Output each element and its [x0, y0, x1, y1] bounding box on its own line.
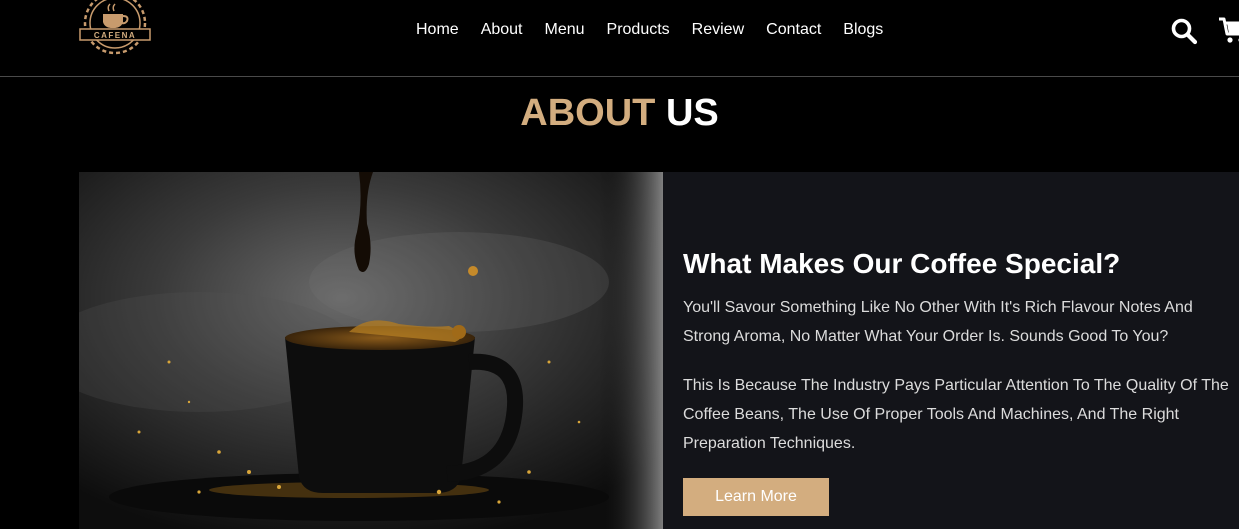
learn-more-button[interactable]: Learn More — [683, 478, 829, 516]
nav-review[interactable]: Review — [692, 20, 744, 40]
about-title: What Makes Our Coffee Special? — [683, 248, 1121, 279]
nav-blogs[interactable]: Blogs — [843, 20, 883, 40]
cart-icon[interactable] — [1218, 16, 1239, 44]
heading-accent: ABOUT — [520, 92, 656, 134]
section-heading: ABOUT US — [0, 92, 1239, 135]
coffee-cup-image — [79, 172, 663, 529]
cafena-logo[interactable]: CAFENA — [78, 0, 152, 60]
heading-plain: US — [665, 92, 719, 134]
page: CAFENA Home About Menu Products Review C… — [0, 0, 1239, 529]
logo-text: CAFENA — [94, 31, 136, 40]
nav-products[interactable]: Products — [607, 20, 670, 40]
nav-about[interactable]: About — [481, 20, 523, 40]
site-header: CAFENA Home About Menu Products Review C… — [0, 0, 1239, 77]
nav-home[interactable]: Home — [416, 20, 459, 40]
about-paragraph-1: You'll Savour Something Like No Other Wi… — [683, 299, 1193, 345]
about-paragraph-2: This Is Because The Industry Pays Partic… — [683, 377, 1229, 452]
nav-contact[interactable]: Contact — [766, 20, 821, 40]
nav-menu[interactable]: Menu — [545, 20, 585, 40]
search-icon[interactable] — [1170, 17, 1198, 45]
about-panel: What Makes Our Coffee Special? You'll Sa… — [663, 172, 1239, 529]
main-nav: Home About Menu Products Review Contact … — [416, 20, 905, 40]
